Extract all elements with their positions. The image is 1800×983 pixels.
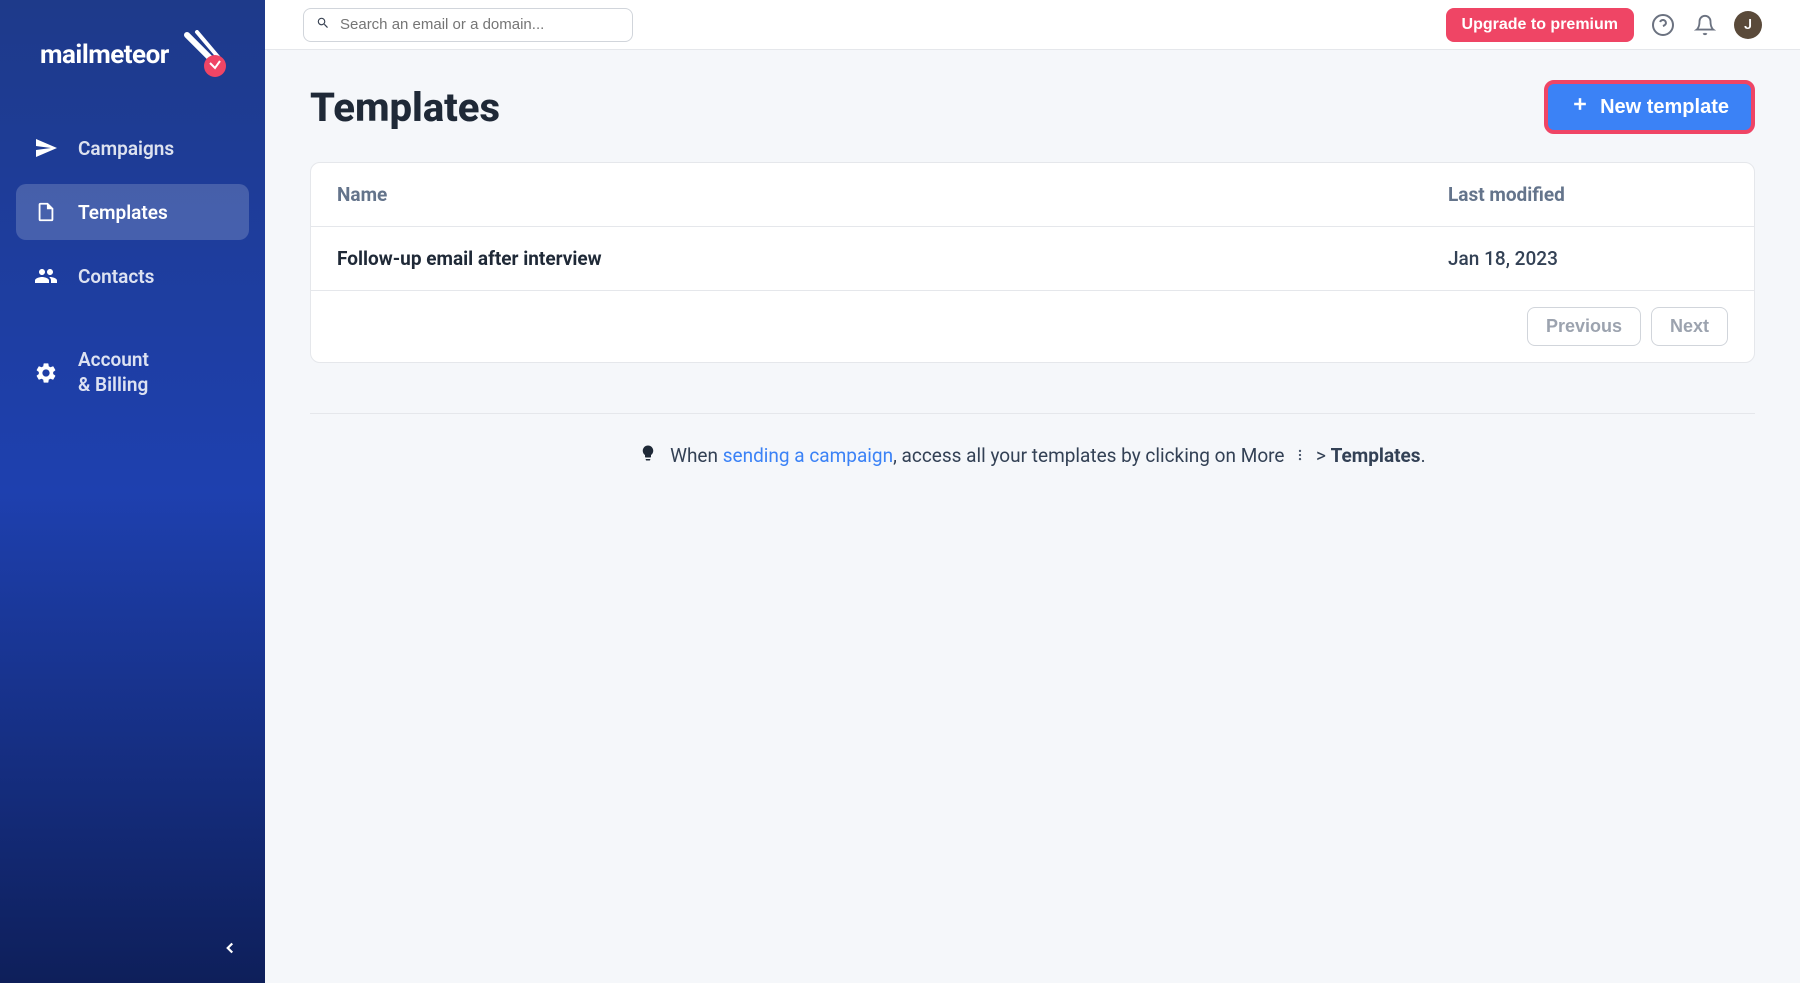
hint-mid: , access all your templates by clicking …	[893, 444, 1284, 467]
search-icon	[316, 15, 330, 34]
search-input[interactable]	[340, 16, 620, 33]
sidebar-item-label: Templates	[78, 201, 168, 224]
table-row[interactable]: Follow-up email after interview Jan 18, …	[311, 227, 1754, 291]
sidebar: mailmeteor Campaigns Templates	[0, 0, 265, 983]
meteor-icon	[177, 30, 227, 80]
people-icon	[34, 264, 58, 288]
previous-button[interactable]: Previous	[1527, 307, 1641, 346]
main-area: Upgrade to premium J Templates New templ…	[265, 0, 1800, 983]
sidebar-item-label: Campaigns	[78, 137, 174, 160]
send-icon	[34, 136, 58, 160]
hint-text: When sending a campaign, access all your…	[310, 413, 1755, 467]
sidebar-item-contacts[interactable]: Contacts	[16, 248, 249, 304]
upgrade-premium-button[interactable]: Upgrade to premium	[1446, 8, 1634, 42]
table-footer: Previous Next	[311, 291, 1754, 362]
page-header: Templates New template	[310, 80, 1755, 134]
hint-prefix: When	[670, 444, 723, 467]
new-template-button[interactable]: New template	[1544, 80, 1755, 134]
plus-icon	[1570, 94, 1590, 120]
avatar[interactable]: J	[1734, 11, 1762, 39]
topbar: Upgrade to premium J	[265, 0, 1800, 50]
nav-list: Campaigns Templates Contacts Account & B…	[0, 120, 265, 421]
bell-icon[interactable]	[1692, 12, 1718, 38]
help-icon[interactable]	[1650, 12, 1676, 38]
sidebar-item-account-billing[interactable]: Account & Billing	[16, 332, 249, 413]
hint-target: Templates	[1331, 444, 1421, 467]
sending-campaign-link[interactable]: sending a campaign	[723, 444, 893, 467]
sidebar-item-label: Account & Billing	[78, 348, 149, 397]
nav-spacer	[16, 312, 249, 332]
hint-suffix: .	[1421, 444, 1426, 467]
document-icon	[34, 200, 58, 224]
sidebar-item-campaigns[interactable]: Campaigns	[16, 120, 249, 176]
brand-name: mailmeteor	[40, 40, 169, 70]
column-header-modified: Last modified	[1448, 183, 1728, 206]
template-name: Follow-up email after interview	[337, 247, 1448, 270]
template-modified-date: Jan 18, 2023	[1448, 247, 1728, 270]
new-template-label: New template	[1600, 96, 1729, 119]
templates-table: Name Last modified Follow-up email after…	[310, 162, 1755, 363]
page-title: Templates	[310, 84, 500, 131]
more-vertical-icon	[1293, 444, 1307, 467]
search-box[interactable]	[303, 8, 633, 42]
lightbulb-icon	[639, 444, 662, 467]
table-header: Name Last modified	[311, 163, 1754, 227]
hint-chevron: >	[1316, 444, 1326, 467]
content-area: Templates New template Name Last modifie…	[265, 50, 1800, 983]
brand-logo[interactable]: mailmeteor	[0, 0, 265, 120]
gear-icon	[34, 361, 58, 385]
sidebar-item-templates[interactable]: Templates	[16, 184, 249, 240]
collapse-sidebar-button[interactable]	[215, 933, 245, 963]
next-button[interactable]: Next	[1651, 307, 1728, 346]
column-header-name: Name	[337, 183, 1448, 206]
sidebar-item-label: Contacts	[78, 265, 154, 288]
